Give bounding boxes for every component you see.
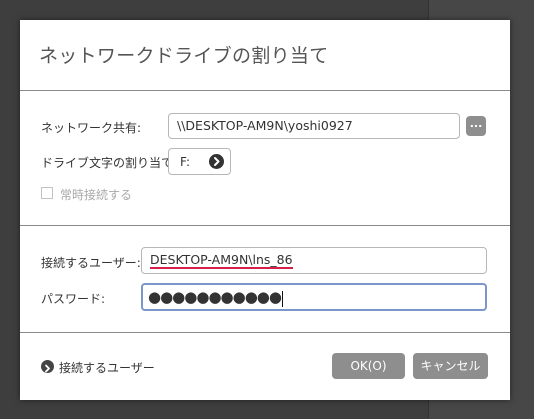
persistent-label: 常時接続する	[60, 188, 133, 202]
divider	[20, 332, 510, 333]
password-label: パスワード:	[41, 292, 106, 306]
user-label: 接続するユーザー:	[41, 256, 141, 270]
spellcheck-underline	[150, 267, 293, 269]
password-input[interactable]: ●●●●●●●●●●●	[141, 283, 487, 311]
network-share-input[interactable]: \\DESKTOP-AM9N\yoshi0927	[168, 113, 460, 139]
user-input[interactable]: DESKTOP-AM9N\lns_86	[141, 247, 487, 274]
map-network-drive-dialog: ネットワークドライブの割り当て ネットワーク共有: \\DESKTOP-AM9N…	[20, 20, 510, 400]
expander-label: 接続するユーザー	[59, 361, 155, 375]
browse-button[interactable]: ...	[466, 116, 486, 136]
drive-letter-value: F:	[180, 155, 191, 169]
chevron-right-icon	[41, 360, 54, 373]
divider	[20, 90, 510, 91]
drive-letter-select[interactable]: F:	[168, 148, 231, 175]
password-dots: ●●●●●●●●●●●	[148, 288, 282, 306]
text-caret	[281, 290, 283, 307]
network-share-label: ネットワーク共有:	[41, 121, 142, 135]
chevron-right-icon	[209, 154, 224, 169]
cancel-button[interactable]: キャンセル(C)	[413, 353, 488, 399]
dialog-title: ネットワークドライブの割り当て	[39, 45, 329, 67]
ok-button[interactable]: OK(O)	[332, 353, 405, 379]
persistent-checkbox[interactable]	[41, 187, 53, 199]
user-value: DESKTOP-AM9N\lns_86	[150, 252, 293, 267]
divider	[20, 225, 510, 226]
drive-letter-label: ドライブ文字の割り当て:	[41, 156, 178, 170]
